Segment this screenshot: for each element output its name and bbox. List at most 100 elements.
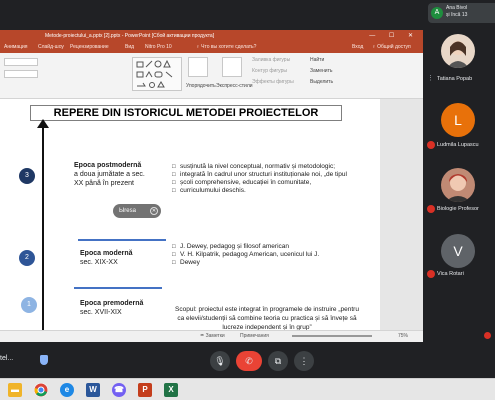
participant-name: Vica Rotari <box>437 271 464 277</box>
shape-fill-button[interactable]: Заливка фигуры <box>252 57 290 63</box>
participant-tile[interactable]: Biologie Profesor <box>423 165 495 235</box>
timeline-arrow <box>42 127 44 330</box>
avatar: V <box>441 234 475 268</box>
era-postmodern: Epoca postmodernă a doua jumătate a sec.… <box>74 161 145 188</box>
tab-review[interactable]: Рецензирование <box>70 42 109 53</box>
ppt-titlebar: Metode-proiectului_a.pptx [2].pptx - Pow… <box>0 30 423 42</box>
close-icon[interactable]: ✕ <box>150 207 158 215</box>
shapes-gallery[interactable] <box>132 57 182 91</box>
separator-line <box>78 239 166 241</box>
meeting-details[interactable]: tel... <box>0 355 13 362</box>
share-button[interactable]: ♀ Общий доступ <box>372 42 411 53</box>
person-photo-icon <box>445 174 471 202</box>
more-options-icon[interactable]: ⋮ <box>427 74 434 82</box>
excel-icon[interactable]: X <box>164 383 178 397</box>
era-premodern-title: Epoca premodernă <box>80 300 144 307</box>
tab-view[interactable]: Вид <box>125 42 134 53</box>
tell-me-search[interactable]: ♀ Что вы хотите сделать? <box>196 42 256 53</box>
file-explorer-icon[interactable]: ▬ <box>8 383 22 397</box>
status-bar: ≐ Заметки Примечания 75% <box>0 330 423 342</box>
bullet-item-cont: curriculumului deschis. <box>172 187 372 195</box>
era-premodern: Epoca premodernă sec. XVII-XIX <box>80 299 143 317</box>
tab-animation[interactable]: Анимация <box>4 42 27 53</box>
presenter-name: Ana Bivol <box>446 5 468 11</box>
mic-muted-icon <box>427 270 435 278</box>
arrange-icon[interactable] <box>188 57 208 77</box>
ribbon: Упорядочить Экспресс-стили Заливка фигур… <box>0 53 423 99</box>
presenter-avatar: A <box>431 7 443 19</box>
participant-tile[interactable]: V Vica Rotari <box>423 231 495 301</box>
self-mic-muted-icon <box>484 332 491 339</box>
mic-button[interactable]: 🎙 <box>210 351 230 371</box>
presenter-banner[interactable]: A Ana Bivol și încă 13 <box>428 3 495 23</box>
window-controls[interactable]: — ☐ ✕ <box>369 30 419 42</box>
sign-in-link[interactable]: Вход <box>352 42 363 53</box>
shape-outline-button[interactable]: Контур фигуры <box>252 68 287 74</box>
era-number-3: 3 <box>19 168 35 184</box>
zoom-level: 75% <box>398 333 409 339</box>
bullet-item-cont: școli comprehensive, educației în comuni… <box>172 179 372 187</box>
powerpoint-icon[interactable]: P <box>138 383 152 397</box>
comments-button[interactable]: Примечания <box>240 331 269 342</box>
era-modern-period: sec. XIX-XX <box>80 259 118 266</box>
participant-name: Ludmila Lupascu <box>437 142 479 148</box>
taskbar: ▬ e W ☎ P X <box>0 378 495 400</box>
ppt-window-title: Metode-proiectului_a.pptx [2].pptx - Pow… <box>45 33 215 39</box>
tab-slideshow[interactable]: Слайд-шоу <box>38 42 64 53</box>
modern-bullets: J. Dewey, pedagog și filosof american V.… <box>172 243 372 267</box>
participant-tile[interactable]: L Ludmila Lupascu <box>423 100 495 170</box>
era-modern: Epoca modernă sec. XIX-XX <box>80 249 133 267</box>
postmodern-bullets: susținută la nivel conceptual, normativ … <box>172 163 372 195</box>
more-options-button[interactable]: ⋮ <box>294 351 314 371</box>
avatar: L <box>441 103 475 137</box>
present-button[interactable]: ⧉ <box>268 351 288 371</box>
bullet-item: V. H. Kilpatrik, pedagog American, uceni… <box>172 251 372 259</box>
avatar <box>441 34 475 68</box>
avatar <box>441 168 475 202</box>
presenting-pill[interactable]: Ыresa ✕ <box>113 204 161 218</box>
participant-tile[interactable]: ⋮ Tatiana Popab <box>423 30 495 100</box>
premodern-scope-text: Scopul: proiectul este integrat în progr… <box>175 306 359 331</box>
slide-area: REPERE DIN ISTORICUL METODEI PROIECTELOR… <box>0 99 423 331</box>
notes-button[interactable]: ≐ Заметки <box>200 331 225 342</box>
meeting-controls: tel... 🎙 ✆ ⧉ ⋮ <box>0 342 495 378</box>
bullet-item-cont: Dewey <box>172 259 372 267</box>
edge-icon[interactable]: e <box>60 383 74 397</box>
bullet-item: J. Dewey, pedagog și filosof american <box>172 243 372 251</box>
mic-muted-icon <box>427 141 435 149</box>
chrome-icon[interactable] <box>34 383 48 397</box>
slide-title: REPERE DIN ISTORICUL METODEI PROIECTELOR <box>30 105 342 121</box>
era-number-2: 2 <box>19 250 35 266</box>
arrange-label: Упорядочить <box>186 83 216 89</box>
chrome-logo-icon <box>34 383 48 397</box>
slide: REPERE DIN ISTORICUL METODEI PROIECTELOR… <box>0 99 380 331</box>
shield-icon[interactable] <box>40 355 48 365</box>
presenter-others: și încă 13 <box>446 12 468 18</box>
viber-icon[interactable]: ☎ <box>112 383 126 397</box>
era-postmodern-line2: a doua jumătate a sec. <box>74 171 145 178</box>
participant-name: Biologie Profesor <box>437 206 479 212</box>
era-postmodern-line3: XX până în prezent <box>74 180 134 187</box>
select-button[interactable]: Выделить <box>310 79 333 85</box>
shared-screen: Metode-proiectului_a.pptx [2].pptx - Pow… <box>0 30 423 342</box>
find-button[interactable]: Найти <box>310 57 324 63</box>
quick-styles-icon[interactable] <box>222 57 242 77</box>
size-combo[interactable] <box>4 70 38 78</box>
era-modern-title: Epoca modernă <box>80 250 133 257</box>
font-combo[interactable] <box>4 58 38 66</box>
mic-muted-icon <box>427 205 435 213</box>
presenting-pill-label: Ыresa <box>119 208 136 214</box>
separator-line <box>74 287 162 289</box>
bullet-item: susținută la nivel conceptual, normativ … <box>172 163 372 171</box>
word-icon[interactable]: W <box>86 383 100 397</box>
era-number-1: 1 <box>21 297 37 313</box>
ribbon-tabs: Анимация Слайд-шоу Рецензирование Вид Ni… <box>0 42 423 53</box>
shapes-icon <box>136 59 173 88</box>
end-call-button[interactable]: ✆ <box>236 351 262 371</box>
tab-nitro[interactable]: Nitro Pro 10 <box>145 42 172 53</box>
shape-effects-button[interactable]: Эффекты фигуры <box>252 79 294 85</box>
person-photo-icon <box>447 41 469 68</box>
replace-button[interactable]: Заменить <box>310 68 332 74</box>
bullet-item: integrată în cadrul unor structuri insti… <box>172 171 372 179</box>
zoom-slider[interactable] <box>292 335 372 337</box>
